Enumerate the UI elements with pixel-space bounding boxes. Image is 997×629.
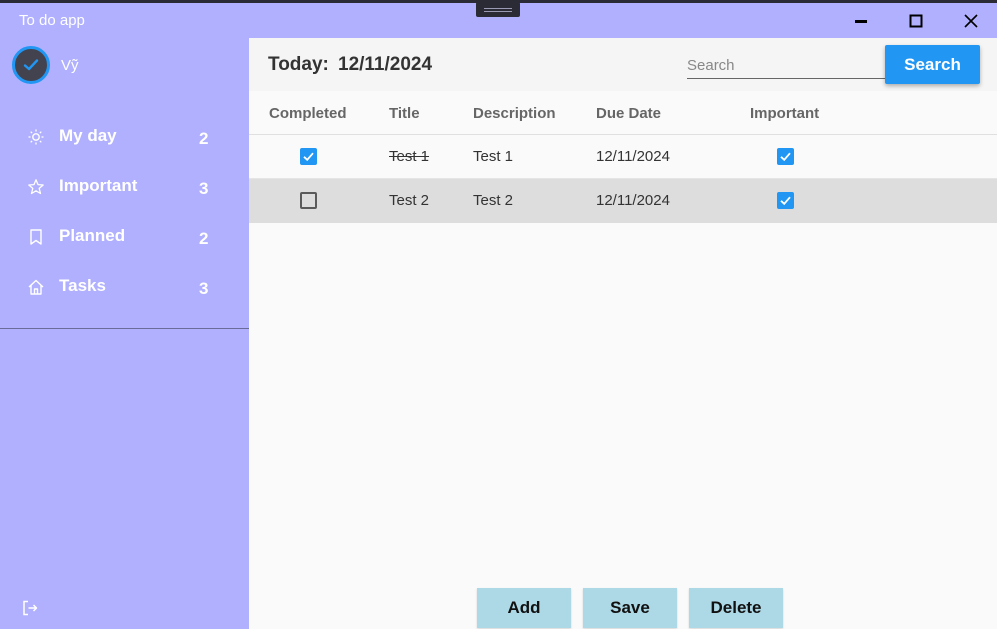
today-label: Today: (268, 54, 329, 75)
sidebar-item-my-day[interactable]: My day 2 (0, 117, 249, 157)
bookmark-icon (30, 229, 42, 245)
maximize-icon (909, 14, 923, 28)
task-description: Test 1 (473, 148, 514, 165)
completed-checkbox[interactable] (300, 148, 317, 165)
sidebar-item-count: 3 (199, 279, 209, 298)
today-date: 12/11/2024 (338, 54, 433, 75)
sidebar-item-tasks[interactable]: Tasks 3 (0, 267, 249, 307)
checkmark-icon (303, 152, 314, 162)
table-row[interactable]: Test 2 Test 2 12/11/2024 (249, 179, 997, 223)
app-title: To do app (19, 12, 85, 29)
search-button[interactable]: Search (885, 45, 980, 84)
logout-icon[interactable] (21, 599, 39, 617)
sidebar-divider (0, 328, 249, 329)
completed-checkbox[interactable] (300, 192, 317, 209)
important-checkbox[interactable] (777, 192, 794, 209)
task-due-date: 12/11/2024 (596, 148, 670, 165)
table-row[interactable]: Test 1 Test 1 12/11/2024 (249, 135, 997, 179)
user-profile[interactable]: Vỹ (12, 46, 79, 84)
checkmark-icon (780, 152, 791, 162)
sidebar-item-important[interactable]: Important 3 (0, 167, 249, 207)
table-header: Completed Title Description Due Date Imp… (249, 91, 997, 135)
maximize-button[interactable] (896, 6, 936, 36)
sidebar-item-label: Important (59, 176, 138, 195)
close-button[interactable] (951, 6, 991, 36)
sidebar-item-label: Tasks (59, 276, 106, 295)
header: Today: 12/11/2024 Search (249, 38, 997, 91)
check-icon (23, 59, 39, 71)
star-icon (28, 179, 44, 195)
task-description: Test 2 (473, 192, 514, 209)
task-due-date: 12/11/2024 (596, 192, 670, 209)
task-title: Test 2 (389, 192, 430, 209)
minimize-icon (855, 20, 867, 23)
task-title: Test 1 (389, 148, 430, 165)
minimize-button[interactable] (841, 6, 881, 36)
save-button[interactable]: Save (583, 588, 677, 628)
main-panel: Today: 12/11/2024 Search Completed Title… (249, 38, 997, 629)
important-checkbox[interactable] (777, 148, 794, 165)
sidebar-item-count: 2 (199, 229, 209, 248)
sidebar-item-count: 2 (199, 129, 209, 148)
drag-handle[interactable] (476, 2, 520, 17)
search-input[interactable] (687, 52, 886, 79)
column-header-title[interactable]: Title (389, 105, 420, 122)
checkmark-icon (780, 196, 791, 206)
column-header-description[interactable]: Description (473, 105, 556, 122)
home-icon (28, 279, 44, 295)
sidebar-item-planned[interactable]: Planned 2 (0, 217, 249, 257)
delete-button[interactable]: Delete (689, 588, 783, 628)
add-button[interactable]: Add (477, 588, 571, 628)
avatar (12, 46, 50, 84)
user-name: Vỹ (61, 56, 79, 74)
sidebar-item-label: Planned (59, 226, 126, 245)
sidebar-item-label: My day (59, 126, 117, 145)
column-header-completed[interactable]: Completed (269, 105, 347, 122)
sidebar: Vỹ My day 2 Important 3 Planned 2 Tasks … (0, 38, 249, 629)
column-header-important[interactable]: Important (750, 105, 819, 122)
close-icon (964, 14, 978, 28)
column-header-due-date[interactable]: Due Date (596, 105, 661, 122)
sidebar-item-count: 3 (199, 179, 209, 198)
sun-icon (28, 129, 44, 145)
